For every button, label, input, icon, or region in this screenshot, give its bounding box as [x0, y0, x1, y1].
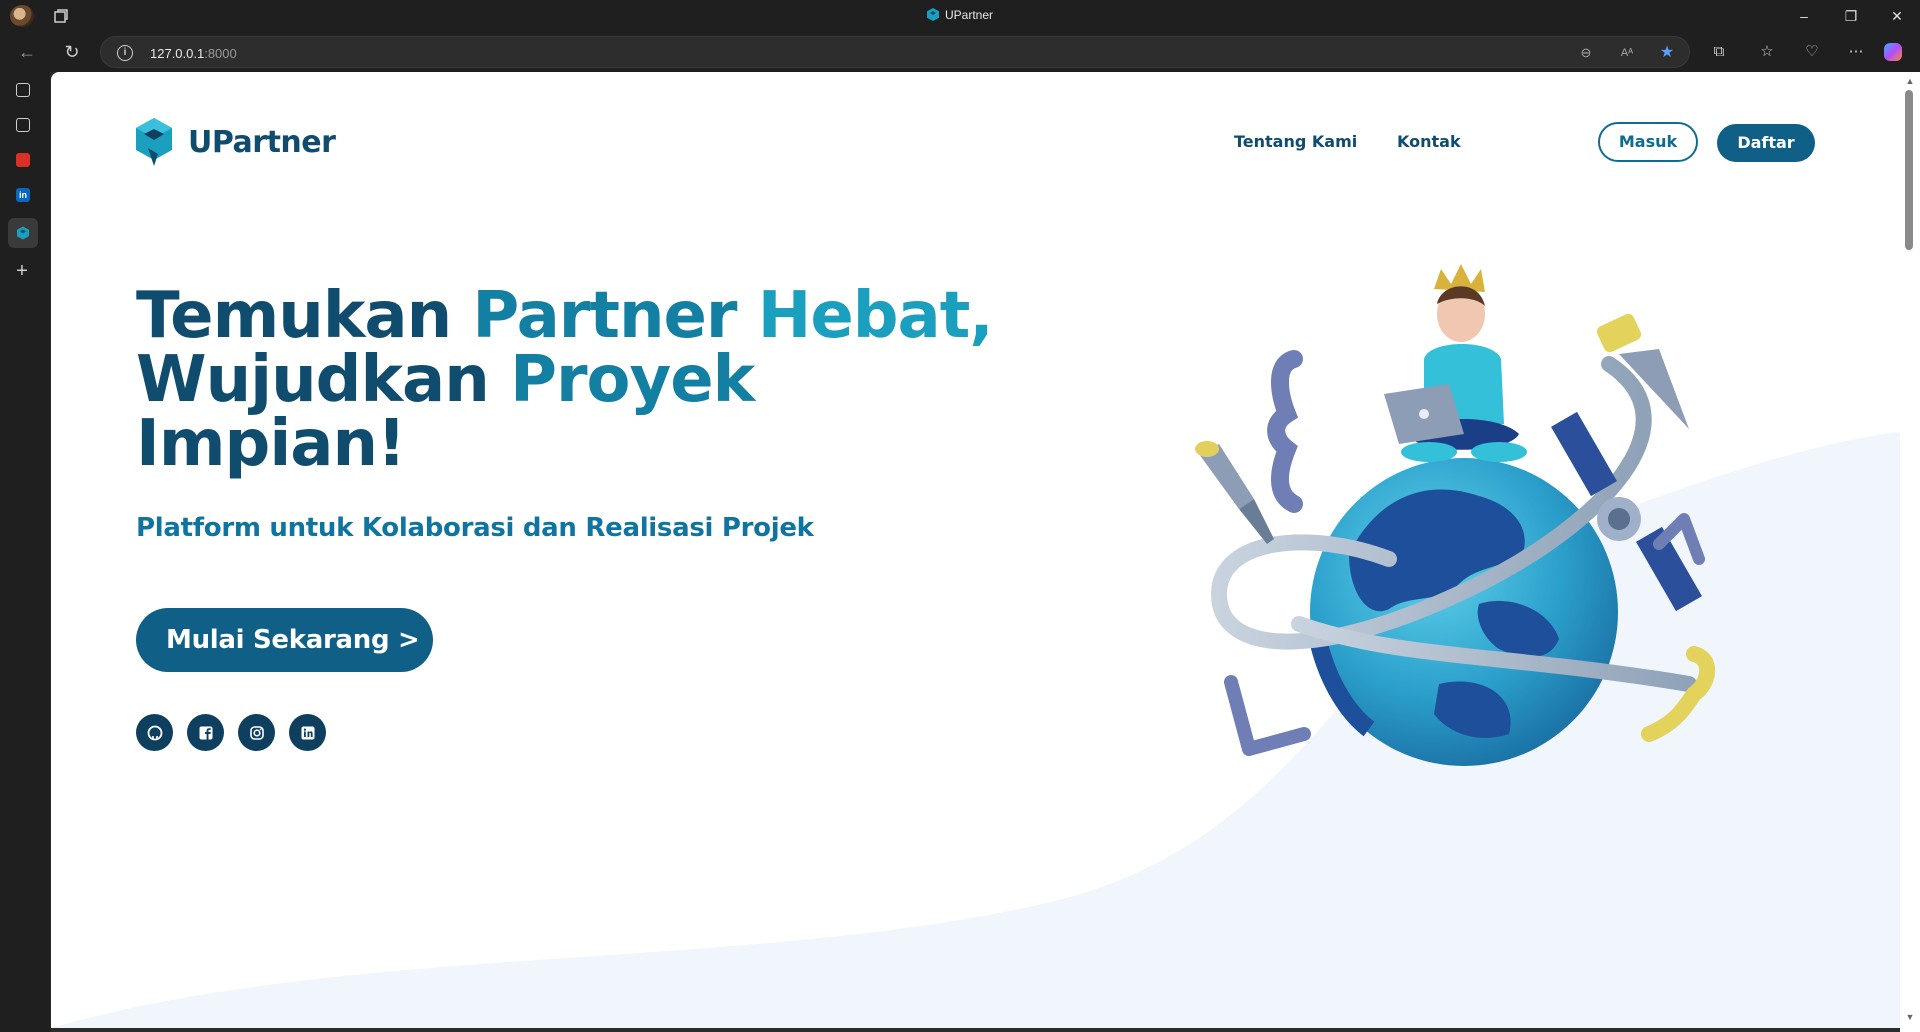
scroll-down-icon[interactable]: ▼	[1905, 1012, 1915, 1022]
brand-name: UPartner	[188, 124, 336, 160]
hero-word-wujudkan: Wujudkan	[136, 343, 511, 417]
close-icon[interactable]: ✕	[1887, 6, 1907, 26]
hero-word-temukan: Temukan	[136, 279, 473, 353]
scroll-up-icon[interactable]: ▲	[1905, 76, 1915, 86]
start-now-button[interactable]: Mulai Sekarang >	[136, 608, 433, 672]
linkedin-icon[interactable]: in	[16, 188, 30, 202]
nav-kontak[interactable]: Kontak	[1397, 132, 1461, 151]
more-icon[interactable]: ⋯	[1845, 41, 1867, 63]
upartner-logo-icon	[136, 118, 172, 166]
back-icon[interactable]: ←	[16, 41, 38, 63]
linkedin-icon[interactable]	[289, 714, 326, 751]
active-tab[interactable]: UPartner	[0, 8, 1920, 22]
address-input[interactable]: i 127.0.0.1:8000 ⊖ Aᴬ ★	[100, 36, 1690, 68]
tab-actions-icon[interactable]	[16, 83, 30, 97]
url-text: 127.0.0.1:8000	[150, 46, 237, 61]
restore-icon[interactable]: ❐	[1841, 6, 1861, 26]
scroll-thumb[interactable]	[1905, 90, 1913, 250]
register-button[interactable]: Daftar	[1717, 124, 1815, 162]
facebook-icon[interactable]	[187, 714, 224, 751]
globe-icon	[1310, 458, 1618, 766]
url-port: :8000	[204, 46, 237, 61]
upartner-icon	[17, 226, 29, 240]
copilot-icon[interactable]	[1884, 43, 1902, 61]
hero-word-proyek: Proyek	[510, 343, 755, 417]
pipette-icon	[1195, 441, 1274, 544]
upartner-sidebar-item[interactable]	[8, 218, 38, 248]
collections-icon[interactable]	[16, 118, 30, 132]
refresh-icon[interactable]: ↻	[61, 41, 83, 63]
page-viewport: UPartner Tentang Kami Kontak Masuk Dafta…	[51, 72, 1900, 1028]
address-bar-row: ← ↻ i 127.0.0.1:8000 ⊖ Aᴬ ★ ⧉ ☆ ♡ ⋯	[0, 32, 1920, 72]
character-icon	[1384, 264, 1527, 462]
zoom-out-icon[interactable]: ⊖	[1577, 44, 1595, 62]
instagram-icon[interactable]	[238, 714, 275, 751]
favorite-star-icon[interactable]: ★	[1658, 44, 1676, 62]
login-button[interactable]: Masuk	[1598, 122, 1698, 162]
favorites-icon[interactable]: ☆	[1756, 41, 1778, 63]
page-scrollbar[interactable]: ▲ ▼	[1900, 72, 1920, 1032]
hero-heading: Temukan Partner Hebat, Wujudkan Proyek I…	[136, 284, 994, 476]
read-aloud-icon[interactable]: Aᴬ	[1618, 44, 1636, 62]
hero-illustration	[1195, 264, 1716, 766]
hero-word-hebat: Hebat,	[757, 279, 994, 353]
site-info-icon[interactable]: i	[117, 45, 133, 61]
upartner-favicon	[926, 8, 939, 21]
url-host: 127.0.0.1	[150, 46, 205, 61]
browser-title-bar: UPartner – ❐ ✕	[0, 0, 1920, 32]
tab-title-text: UPartner	[944, 8, 994, 22]
browser-sidebar: in +	[0, 72, 50, 1032]
nav-tentang-kami[interactable]: Tentang Kami	[1234, 132, 1357, 151]
logo[interactable]: UPartner	[136, 118, 336, 166]
browser-essentials-icon[interactable]: ♡	[1801, 41, 1823, 63]
pdf-icon[interactable]	[16, 153, 30, 167]
add-icon[interactable]: +	[13, 261, 31, 281]
minimize-icon[interactable]: –	[1794, 6, 1814, 26]
social-links	[136, 714, 326, 751]
hero-subtitle: Platform untuk Kolaborasi dan Realisasi …	[136, 513, 814, 543]
hero-word-partner: Partner	[472, 279, 758, 353]
hero-word-impian: Impian!	[136, 407, 406, 481]
extensions-icon[interactable]: ⧉	[1708, 41, 1730, 63]
github-icon[interactable]	[136, 714, 173, 751]
